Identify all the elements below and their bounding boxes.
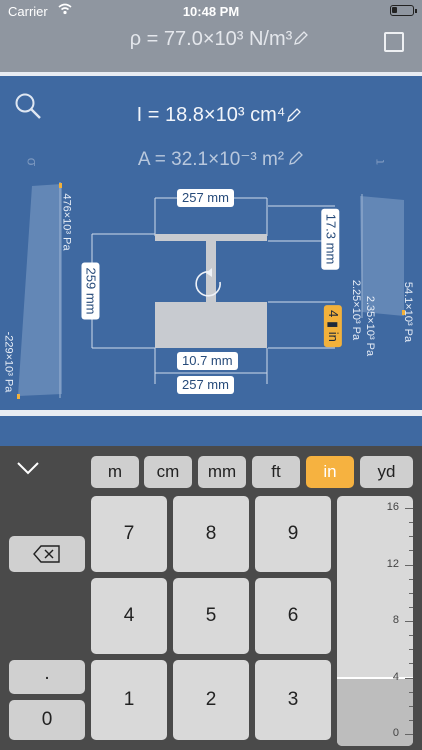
top-flange-width[interactable]: 257 mm [177, 189, 234, 207]
slider-minor-tick [409, 635, 413, 637]
key-9[interactable]: 9 [255, 496, 331, 572]
slider-minor-tick [409, 719, 413, 721]
slider-minor-tick [409, 578, 413, 580]
battery-icon [390, 5, 417, 16]
slider-minor-tick [409, 536, 413, 538]
edit-value: 4 [325, 310, 341, 318]
edit-unit: in [325, 331, 341, 342]
pencil-icon[interactable] [293, 30, 309, 46]
right-stress-mid2-label: 2.25×10³ Pa [350, 279, 363, 341]
right-stress-mid-label: 2.35×10³ Pa [364, 295, 377, 357]
bottom-flange-width[interactable]: 257 mm [177, 376, 234, 394]
slider-thumb[interactable] [337, 676, 413, 679]
key-3[interactable]: 3 [255, 660, 331, 740]
flange-thickness[interactable]: 17.3 mm [321, 208, 340, 270]
key-1[interactable]: 1 [91, 660, 167, 740]
unit-in[interactable]: in [306, 456, 354, 488]
slider-tick-label: 16 [386, 501, 399, 513]
web-edit-field[interactable]: 4 ▮ in [323, 305, 342, 347]
slider-minor-tick [409, 606, 413, 608]
slider-tick [405, 734, 413, 735]
slider-tick [405, 564, 413, 566]
key-4[interactable]: 4 [91, 578, 167, 654]
section-panel: I = 18.8×10³ cm⁴ A = 32.1×10⁻³ m² σ τ 47… [0, 76, 422, 410]
slider-minor-tick [409, 691, 413, 693]
left-stress-diagram [18, 184, 62, 396]
slider-fill [337, 677, 413, 746]
key-0[interactable]: 0 [9, 700, 85, 740]
chevron-down-icon[interactable] [14, 458, 42, 478]
web-height[interactable]: 259 mm [81, 262, 100, 320]
unit-mm[interactable]: mm [198, 456, 246, 488]
slider-minor-tick [409, 663, 413, 665]
key-7[interactable]: 7 [91, 496, 167, 572]
unit-yd[interactable]: yd [360, 456, 413, 488]
slider-minor-tick [409, 649, 413, 651]
slider-tick-label: 8 [392, 614, 399, 626]
top-bar: Carrier 10:48 PM ρ = 77.0×10³ N/m³ [0, 0, 422, 72]
slider-minor-tick [409, 522, 413, 524]
value-slider[interactable]: 16 12 8 4 0 [337, 496, 413, 746]
slider-tick-label: 4 [392, 670, 399, 683]
right-stress-top-label: 54.1×10³ Pa [402, 281, 415, 343]
top-flange [155, 234, 267, 241]
slider-tick [405, 677, 413, 679]
status-bar: Carrier 10:48 PM [0, 0, 422, 22]
backspace-button[interactable] [9, 536, 85, 572]
bottom-flange [155, 302, 267, 348]
density-value[interactable]: ρ = 77.0×10³ N/m³ [0, 28, 422, 51]
lower-panel [0, 416, 422, 446]
bottom-stress-label: -229×10³ Pa [2, 331, 15, 393]
status-time: 10:48 PM [182, 4, 240, 19]
slider-minor-tick [409, 705, 413, 707]
slider-tick [405, 621, 413, 622]
unit-ft[interactable]: ft [252, 456, 300, 488]
key-5[interactable]: 5 [173, 578, 249, 654]
key-6[interactable]: 6 [255, 578, 331, 654]
key-2[interactable]: 2 [173, 660, 249, 740]
slider-tick [405, 508, 413, 509]
checkbox-icon[interactable] [384, 32, 404, 52]
unit-cm[interactable]: cm [144, 456, 192, 488]
slider-tick-label: 12 [386, 557, 399, 570]
unit-keyboard: m cm mm ft in yd 7 8 9 4 5 6 1 2 3 . 0 1… [0, 446, 422, 750]
key-dot[interactable]: . [9, 660, 85, 694]
slider-tick-label: 0 [392, 727, 399, 739]
top-stress-label: 476×10³ Pa [60, 193, 73, 251]
backspace-icon [33, 545, 60, 563]
slider-minor-tick [409, 550, 413, 552]
unit-m[interactable]: m [91, 456, 139, 488]
slider-minor-tick [409, 592, 413, 594]
key-8[interactable]: 8 [173, 496, 249, 572]
web-thickness[interactable]: 10.7 mm [177, 352, 238, 370]
